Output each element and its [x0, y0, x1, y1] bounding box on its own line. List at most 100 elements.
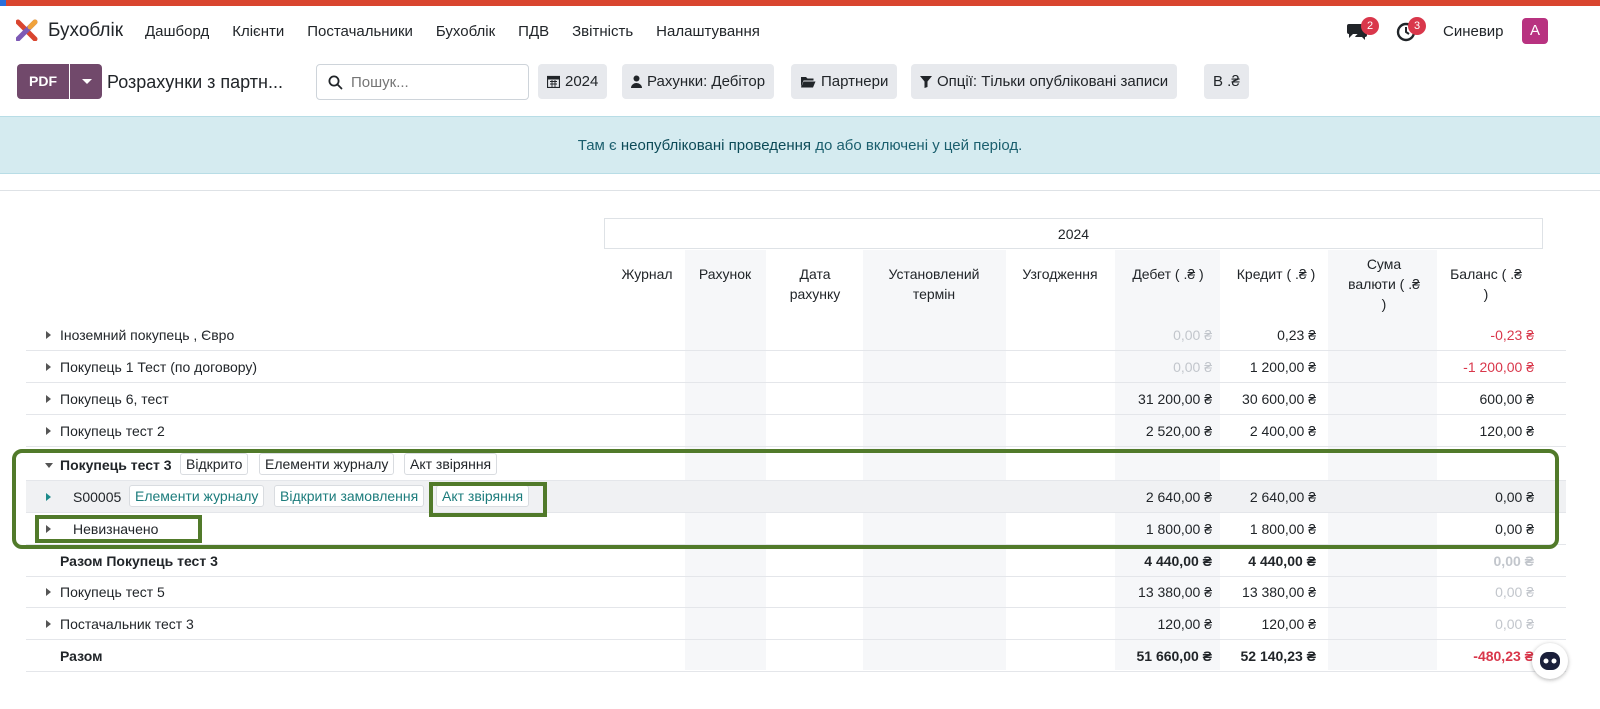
activities-badge: 3 [1408, 17, 1426, 35]
credit-value: 2 400,00 ₴ [1249, 423, 1316, 439]
report-title: Розрахунки з партн... [107, 72, 283, 92]
table-row-partner[interactable]: Постачальник тест 3 120,00 ₴ 120,00 ₴ 0,… [26, 608, 1566, 640]
menu-item-customers[interactable]: Клієнти [232, 23, 284, 40]
filter-currency-button[interactable]: В .₴ [1204, 64, 1249, 99]
debit-value: 120,00 ₴ [1157, 616, 1213, 632]
export-dropdown-toggle[interactable] [70, 64, 102, 99]
credit-value: 120,00 ₴ [1261, 616, 1317, 632]
balance-value: -1 200,00 ₴ [1463, 359, 1534, 375]
grand-total-label: Разом [60, 648, 103, 664]
highlight-partner-group [12, 449, 1559, 549]
calendar-icon [547, 75, 560, 88]
table-row-grand-total: Разом 51 660,00 ₴ 52 140,23 ₴ -480,23 ₴ [26, 640, 1566, 672]
highlight-undefined-row [35, 515, 202, 543]
column-header-debit[interactable]: Дебет ( .₴ ) [1120, 264, 1216, 284]
app-logo-icon[interactable] [16, 19, 38, 41]
main-menu: Дашборд Клієнти Постачальники Бухоблік П… [145, 23, 783, 40]
credit-value: 0,23 ₴ [1277, 327, 1316, 343]
debit-value: 0,00 ₴ [1173, 359, 1212, 375]
filter-accounts-button[interactable]: Рахунки: Дебітор [622, 64, 775, 99]
balance-value: 600,00 ₴ [1479, 391, 1535, 407]
menu-item-dashboard[interactable]: Дашборд [145, 23, 209, 40]
assistant-bot-icon [1540, 652, 1560, 670]
expand-caret-icon[interactable] [46, 395, 51, 403]
column-header-matching[interactable]: Узгодження [1012, 264, 1108, 284]
subtotal-label: Разом Покупець тест 3 [60, 553, 218, 569]
table-row-subtotal: Разом Покупець тест 3 4 440,00 ₴ 4 440,0… [26, 545, 1566, 577]
credit-value: 52 140,23 ₴ [1240, 648, 1316, 664]
column-header-account[interactable]: Рахунок [690, 264, 760, 284]
menu-item-accounting[interactable]: Бухоблік [436, 23, 495, 40]
alert-text-suffix: до або включені у цей період. [811, 137, 1023, 154]
filter-options-button[interactable]: Опції: Тільки опубліковані записи [911, 64, 1178, 99]
table-row-partner[interactable]: Іноземний покупець , Євро 0,00 ₴ 0,23 ₴ … [26, 319, 1566, 351]
menu-item-vendors[interactable]: Постачальники [307, 23, 413, 40]
assistant-button[interactable] [1532, 643, 1568, 679]
app-brand[interactable]: Бухоблік [48, 20, 123, 42]
partner-name: Постачальник тест 3 [60, 616, 194, 632]
filter-accounts-label: Рахунки: Дебітор [647, 73, 766, 90]
table-row-partner[interactable]: Покупець 1 Тест (по договору) 0,00 ₴ 1 2… [26, 351, 1566, 383]
filter-currency-label: В .₴ [1213, 73, 1240, 90]
credit-value: 4 440,00 ₴ [1248, 553, 1316, 569]
column-header-amount-currency[interactable]: Сума валюти ( .₴ ) [1344, 254, 1424, 314]
company-switcher[interactable]: Синевир [1443, 23, 1504, 40]
balance-value: 120,00 ₴ [1479, 423, 1535, 439]
pdf-export-button[interactable]: PDF [17, 64, 69, 99]
filter-options-label: Опції: Тільки опубліковані записи [937, 73, 1169, 90]
search-box [316, 64, 529, 100]
unposted-entries-link[interactable]: неопубліковані проведення [621, 137, 811, 154]
debit-value: 4 440,00 ₴ [1144, 553, 1212, 569]
debit-value: 51 660,00 ₴ [1136, 648, 1212, 664]
column-header-journal[interactable]: Журнал [612, 264, 682, 284]
partner-name: Покупець тест 5 [60, 584, 165, 600]
search-input[interactable] [351, 72, 521, 92]
search-icon [328, 75, 343, 90]
filter-period-button[interactable]: 2024 [538, 64, 608, 99]
folder-open-icon [801, 76, 816, 87]
column-header-balance[interactable]: Баланс ( .₴ ) [1446, 264, 1526, 304]
partner-name: Покупець тест 2 [60, 423, 165, 439]
filter-partners-label: Партнери [821, 73, 889, 90]
unposted-entries-alert: Там є неопубліковані проведення до або в… [0, 116, 1600, 174]
balance-value: -0,23 ₴ [1490, 327, 1534, 343]
table-row-partner[interactable]: Покупець тест 5 13 380,00 ₴ 13 380,00 ₴ … [26, 576, 1566, 608]
top-navbar: Бухоблік Дашборд Клієнти Постачальники Б… [0, 6, 1600, 56]
table-row-partner[interactable]: Покупець 6, тест 31 200,00 ₴ 30 600,00 ₴… [26, 383, 1566, 415]
debit-value: 0,00 ₴ [1173, 327, 1212, 343]
filter-period-label: 2024 [565, 73, 599, 90]
menu-item-vat[interactable]: ПДВ [518, 23, 549, 40]
filter-funnel-icon [920, 75, 932, 88]
expand-caret-icon[interactable] [46, 363, 51, 371]
expand-caret-icon[interactable] [46, 427, 51, 435]
expand-caret-icon[interactable] [46, 620, 51, 628]
credit-value: 13 380,00 ₴ [1242, 584, 1316, 600]
user-avatar[interactable]: A [1522, 18, 1548, 44]
messages-badge: 2 [1361, 17, 1379, 35]
partner-name: Покупець 6, тест [60, 391, 169, 407]
credit-value: 1 200,00 ₴ [1249, 359, 1316, 375]
menu-item-settings[interactable]: Налаштування [656, 23, 760, 40]
partner-name: Покупець 1 Тест (по договору) [60, 359, 258, 375]
table-row-partner[interactable]: Покупець тест 2 2 520,00 ₴ 2 400,00 ₴ 12… [26, 415, 1566, 447]
column-header-credit[interactable]: Кредит ( .₴ ) [1236, 264, 1316, 284]
menu-item-reporting[interactable]: Звітність [572, 23, 633, 40]
period-header: 2024 [604, 218, 1543, 249]
balance-value: -480,23 ₴ [1473, 648, 1534, 664]
user-icon [631, 75, 642, 88]
filter-partners-button[interactable]: Партнери [791, 64, 898, 99]
alert-text-prefix: Там є [577, 137, 621, 154]
report-toolbar: PDF Розрахунки з партн... 2024 Рахунки: … [0, 56, 1600, 116]
balance-value: 0,00 ₴ [1493, 553, 1534, 569]
debit-value: 2 520,00 ₴ [1145, 423, 1212, 439]
balance-value: 0,00 ₴ [1495, 616, 1534, 632]
expand-caret-icon[interactable] [46, 331, 51, 339]
debit-value: 13 380,00 ₴ [1138, 584, 1212, 600]
highlight-reconciliation-act [429, 482, 547, 517]
partner-name: Іноземний покупець , Євро [60, 327, 235, 343]
expand-caret-icon[interactable] [46, 588, 51, 596]
column-header-due-date[interactable]: Установлений термін [878, 264, 990, 304]
column-header-invoice-date[interactable]: Дата рахунку [780, 264, 850, 304]
balance-value: 0,00 ₴ [1495, 584, 1534, 600]
credit-value: 30 600,00 ₴ [1242, 391, 1316, 407]
